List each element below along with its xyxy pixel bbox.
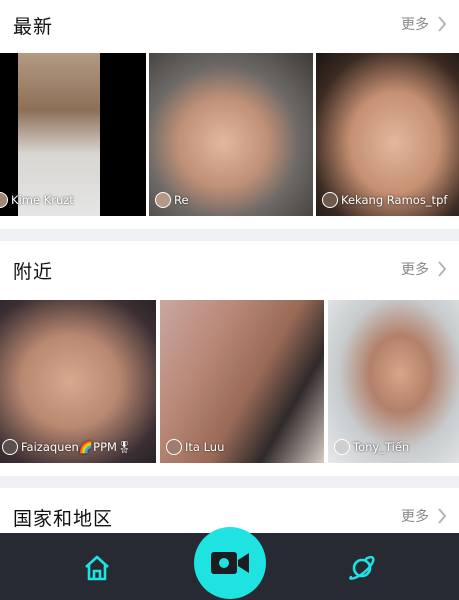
chevron-right-icon — [438, 16, 447, 32]
broadcaster-name: Re — [174, 193, 189, 207]
section-header-nearby: 附近 更多 — [0, 245, 459, 297]
live-thumbnail[interactable]: Tony_Tiến — [328, 300, 459, 463]
video-camera-icon — [211, 552, 249, 574]
broadcaster-name: Kekang Ramos_tpf — [341, 193, 448, 207]
broadcaster-name: Faizaquen🌈PPM🎖 — [21, 440, 132, 454]
broadcaster-name: Tony_Tiến — [353, 440, 410, 454]
more-label: 更多 — [401, 509, 429, 525]
broadcaster-caption: Kekang Ramos_tpf — [322, 190, 447, 210]
broadcaster-caption: Re — [155, 190, 189, 210]
chevron-right-icon — [438, 508, 447, 524]
go-live-button[interactable] — [194, 527, 266, 599]
section-divider — [0, 476, 459, 488]
broadcaster-caption: Faizaquen🌈PPM🎖 — [2, 437, 132, 457]
avatar — [0, 192, 8, 208]
section-title: 国家和地区 — [13, 508, 114, 530]
avatar — [322, 192, 338, 208]
planet-icon[interactable] — [347, 553, 377, 583]
more-link[interactable]: 更多 — [401, 14, 447, 34]
broadcaster-caption: Kime Kruzt — [0, 190, 74, 210]
more-link[interactable]: 更多 — [401, 259, 447, 279]
avatar — [155, 192, 171, 208]
broadcaster-name: Ita Luu — [185, 440, 225, 454]
section-title: 附近 — [13, 261, 54, 283]
broadcaster-caption: Tony_Tiến — [334, 437, 409, 457]
section-title: 最新 — [13, 16, 54, 38]
section-divider — [0, 229, 459, 241]
live-thumbnail[interactable]: Kekang Ramos_tpf — [316, 53, 459, 216]
more-label: 更多 — [401, 17, 429, 33]
avatar — [2, 439, 18, 455]
live-thumbnail[interactable]: Ita Luu — [160, 300, 324, 463]
broadcaster-name: Kime Kruzt — [11, 193, 74, 207]
more-link[interactable]: 更多 — [401, 506, 447, 526]
chevron-right-icon — [438, 261, 447, 277]
live-thumbnail[interactable]: Faizaquen🌈PPM🎖 — [0, 300, 156, 463]
more-label: 更多 — [401, 262, 429, 278]
home-icon[interactable] — [83, 555, 111, 581]
avatar — [334, 439, 350, 455]
live-thumbnail[interactable]: Kime Kruzt — [0, 53, 146, 216]
live-thumbnail[interactable]: Re — [149, 53, 313, 216]
section-header-latest: 最新 更多 — [0, 0, 459, 52]
avatar — [166, 439, 182, 455]
broadcaster-caption: Ita Luu — [166, 437, 224, 457]
